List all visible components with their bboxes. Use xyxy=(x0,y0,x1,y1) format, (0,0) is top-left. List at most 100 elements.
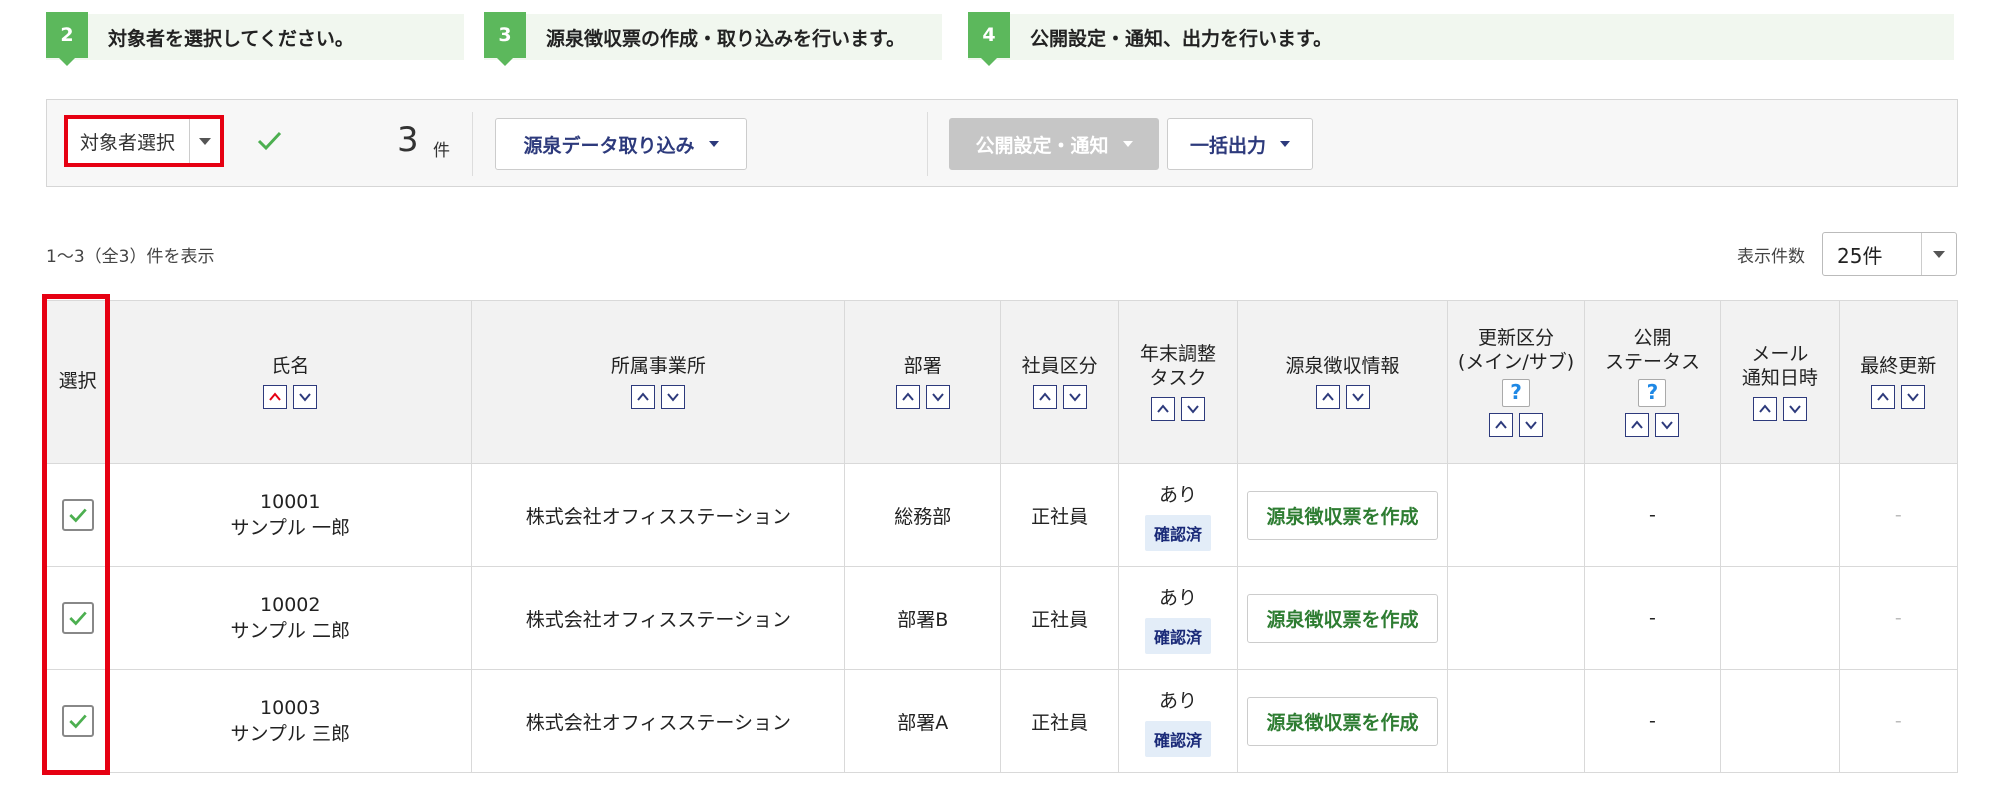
sort-desc-button[interactable] xyxy=(1345,384,1370,409)
last-update-cell: - xyxy=(1838,669,1959,773)
chevron-down-icon xyxy=(1907,393,1920,402)
chevron-up-icon xyxy=(1631,420,1644,429)
check-icon xyxy=(68,714,87,729)
sort-desc-button[interactable] xyxy=(925,384,950,409)
row-checkbox[interactable] xyxy=(61,705,94,737)
create-withholding-button[interactable]: 源泉徴収票を作成 xyxy=(1247,490,1438,540)
sort-asc-button[interactable] xyxy=(1150,396,1175,421)
office-cell: 株式会社オフィスステーション xyxy=(471,463,846,567)
employee-id: 10003 xyxy=(260,696,321,719)
import-data-button[interactable]: 源泉データ取り込み xyxy=(495,118,747,170)
table-row: 10002 サンプル 二郎 株式会社オフィスステーション 部署B 正社員 あり 確認… xyxy=(45,566,1959,670)
per-page-select[interactable]: 25件 xyxy=(1822,232,1957,276)
step-text: 公開設定・通知、出力を行います。 xyxy=(1030,27,1333,50)
employee-name: サンプル 二郎 xyxy=(230,619,350,642)
office-cell: 株式会社オフィスステーション xyxy=(471,566,846,670)
sort-asc-button[interactable] xyxy=(1489,412,1514,437)
task-cell: あり 確認済 xyxy=(1118,463,1238,567)
task-value: あり xyxy=(1158,483,1197,506)
chevron-up-icon xyxy=(1495,420,1507,429)
header-select: 選択 xyxy=(45,300,110,464)
step-banner: 2 対象者を選択してください。 3 源泉徴収票の作成・取り込みを行います。 4 … xyxy=(46,12,1954,66)
chevron-up-icon xyxy=(1877,392,1890,401)
name-cell: 10001 サンプル 一郎 xyxy=(108,463,473,567)
employee-id: 10001 xyxy=(260,490,321,513)
mail-notify-cell xyxy=(1720,566,1840,670)
selected-count: 3 xyxy=(397,120,419,160)
result-range-text: 1～3（全3）件を表示 xyxy=(46,247,215,267)
status-badge: 確認済 xyxy=(1144,617,1211,654)
step-number: 2 xyxy=(46,12,88,66)
public-status-cell: - xyxy=(1583,463,1722,567)
withholding-cell: 源泉徴収票を作成 xyxy=(1236,669,1449,773)
header-mail-notify: メール 通知日時 xyxy=(1720,300,1840,464)
chevron-down-icon xyxy=(667,393,680,402)
update-type-cell xyxy=(1447,669,1585,773)
chevron-up-icon xyxy=(1157,404,1169,413)
sort-desc-button[interactable] xyxy=(1901,384,1926,409)
last-update-cell: - xyxy=(1838,463,1959,567)
row-checkbox[interactable] xyxy=(61,499,94,531)
bulk-export-button[interactable]: 一括出力 xyxy=(1167,118,1313,170)
sort-desc-button[interactable] xyxy=(1062,384,1087,409)
employee-name: サンプル 三郎 xyxy=(230,722,350,745)
header-withholding: 源泉徴収情報 xyxy=(1236,300,1449,464)
chevron-down-icon[interactable] xyxy=(1921,233,1956,275)
row-checkbox[interactable] xyxy=(61,602,94,634)
chevron-down-icon xyxy=(1187,405,1199,414)
chevron-down-icon xyxy=(931,393,944,402)
select-cell xyxy=(45,566,110,670)
sort-desc-button[interactable] xyxy=(293,384,318,409)
sort-asc-button[interactable] xyxy=(1032,384,1057,409)
select-cell xyxy=(45,463,110,567)
task-cell: あり 確認済 xyxy=(1118,669,1238,773)
bulk-export-label: 一括出力 xyxy=(1189,134,1266,157)
table-row: 10003 サンプル 三郎 株式会社オフィスステーション 部署A 正社員 あり 確認… xyxy=(45,669,1959,773)
header-public-status: 公開 ステータス ? xyxy=(1583,300,1722,464)
public-status-cell: - xyxy=(1583,669,1722,773)
sort-desc-button[interactable] xyxy=(661,384,686,409)
table-header-row: 選択 氏名 所属事業所 部署 社員区分 年末調整 タスク 源泉徴収情報 更新区分… xyxy=(45,300,1959,464)
step-number: 3 xyxy=(484,12,526,66)
sort-asc-button[interactable] xyxy=(263,384,288,409)
sort-asc-button[interactable] xyxy=(1315,384,1340,409)
sort-asc-button[interactable] xyxy=(1625,412,1650,437)
sort-asc-button[interactable] xyxy=(1871,384,1896,409)
create-withholding-button[interactable]: 源泉徴収票を作成 xyxy=(1247,696,1438,746)
dept-cell: 総務部 xyxy=(844,463,1001,567)
mail-notify-cell xyxy=(1720,463,1840,567)
chevron-up-icon xyxy=(637,392,650,401)
publish-notify-button[interactable]: 公開設定・通知 xyxy=(949,118,1159,170)
sort-desc-button[interactable] xyxy=(1180,396,1205,421)
sort-asc-button[interactable] xyxy=(631,384,656,409)
mail-notify-cell xyxy=(1720,669,1840,773)
per-page-label: 表示件数 xyxy=(1737,247,1805,267)
header-last-update: 最終更新 xyxy=(1838,300,1959,464)
sort-asc-button[interactable] xyxy=(1752,396,1777,421)
action-toolbar: 対象者選択 3 件 源泉データ取り込み 公開設定・通知 一括出力 xyxy=(46,99,1958,187)
help-icon[interactable]: ? xyxy=(1502,378,1531,407)
last-update-cell: - xyxy=(1838,566,1959,670)
withholding-cell: 源泉徴収票を作成 xyxy=(1236,566,1449,670)
sort-desc-button[interactable] xyxy=(1782,396,1807,421)
chevron-up-icon xyxy=(1038,392,1051,401)
sort-asc-button[interactable] xyxy=(895,384,920,409)
divider xyxy=(927,112,928,176)
check-icon xyxy=(68,611,87,626)
task-value: あり xyxy=(1158,689,1197,712)
sort-desc-button[interactable] xyxy=(1519,412,1544,437)
status-badge: 確認済 xyxy=(1144,514,1211,551)
step-text: 源泉徴収票の作成・取り込みを行います。 xyxy=(546,27,906,50)
chevron-down-icon xyxy=(1789,405,1801,414)
chevron-down-icon xyxy=(1122,141,1133,147)
chevron-down-icon xyxy=(1661,421,1674,430)
emp-type-cell: 正社員 xyxy=(999,463,1120,567)
withholding-cell: 源泉徴収票を作成 xyxy=(1236,463,1449,567)
sort-desc-button[interactable] xyxy=(1655,412,1680,437)
create-withholding-button[interactable]: 源泉徴収票を作成 xyxy=(1247,593,1438,643)
select-cell xyxy=(45,669,110,773)
employee-name: サンプル 一郎 xyxy=(230,516,350,539)
office-cell: 株式会社オフィスステーション xyxy=(471,669,846,773)
selected-count-unit: 件 xyxy=(433,141,450,161)
help-icon[interactable]: ? xyxy=(1638,378,1667,407)
